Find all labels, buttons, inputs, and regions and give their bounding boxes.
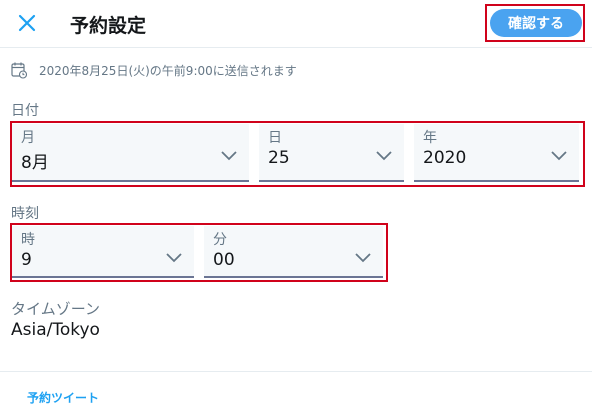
timezone-value: Asia/Tokyo [11, 320, 100, 340]
hour-select[interactable]: 時 9 [12, 226, 194, 278]
divider [0, 371, 592, 372]
chevron-down-icon [166, 253, 182, 263]
minute-select[interactable]: 分 00 [204, 226, 383, 278]
timezone-label: タイムゾーン [11, 300, 100, 318]
hour-value: 9 [21, 250, 32, 270]
minute-value: 00 [213, 250, 235, 270]
confirm-button[interactable]: 確認する [490, 9, 582, 37]
hour-label: 時 [21, 232, 35, 248]
year-value: 2020 [423, 148, 467, 168]
page-title: 予約設定 [70, 15, 147, 37]
month-select[interactable]: 月 8月 [12, 124, 249, 182]
month-value: 8月 [21, 153, 49, 173]
year-select[interactable]: 年 2020 [414, 124, 579, 182]
close-icon [18, 14, 36, 32]
modal-header: 予約設定 確認する [0, 0, 592, 48]
chevron-down-icon [376, 151, 392, 161]
time-section-label: 時刻 [11, 206, 39, 222]
chevron-down-icon [221, 151, 237, 161]
day-select[interactable]: 日 25 [259, 124, 404, 182]
scheduled-tweets-link[interactable]: 予約ツイート [27, 389, 99, 406]
day-value: 25 [268, 148, 290, 168]
minute-label: 分 [213, 232, 227, 248]
schedule-summary: 2020年8月25日(火)の午前9:00に送信されます [11, 61, 297, 79]
close-button[interactable] [14, 10, 40, 36]
confirm-highlight: 確認する [485, 4, 585, 42]
schedule-text: 2020年8月25日(火)の午前9:00に送信されます [39, 63, 297, 78]
date-section-label: 日付 [11, 103, 39, 119]
month-label: 月 [21, 130, 35, 146]
day-label: 日 [268, 130, 282, 146]
year-label: 年 [423, 130, 437, 146]
calendar-clock-icon [11, 62, 27, 79]
chevron-down-icon [355, 253, 371, 263]
chevron-down-icon [551, 151, 567, 161]
